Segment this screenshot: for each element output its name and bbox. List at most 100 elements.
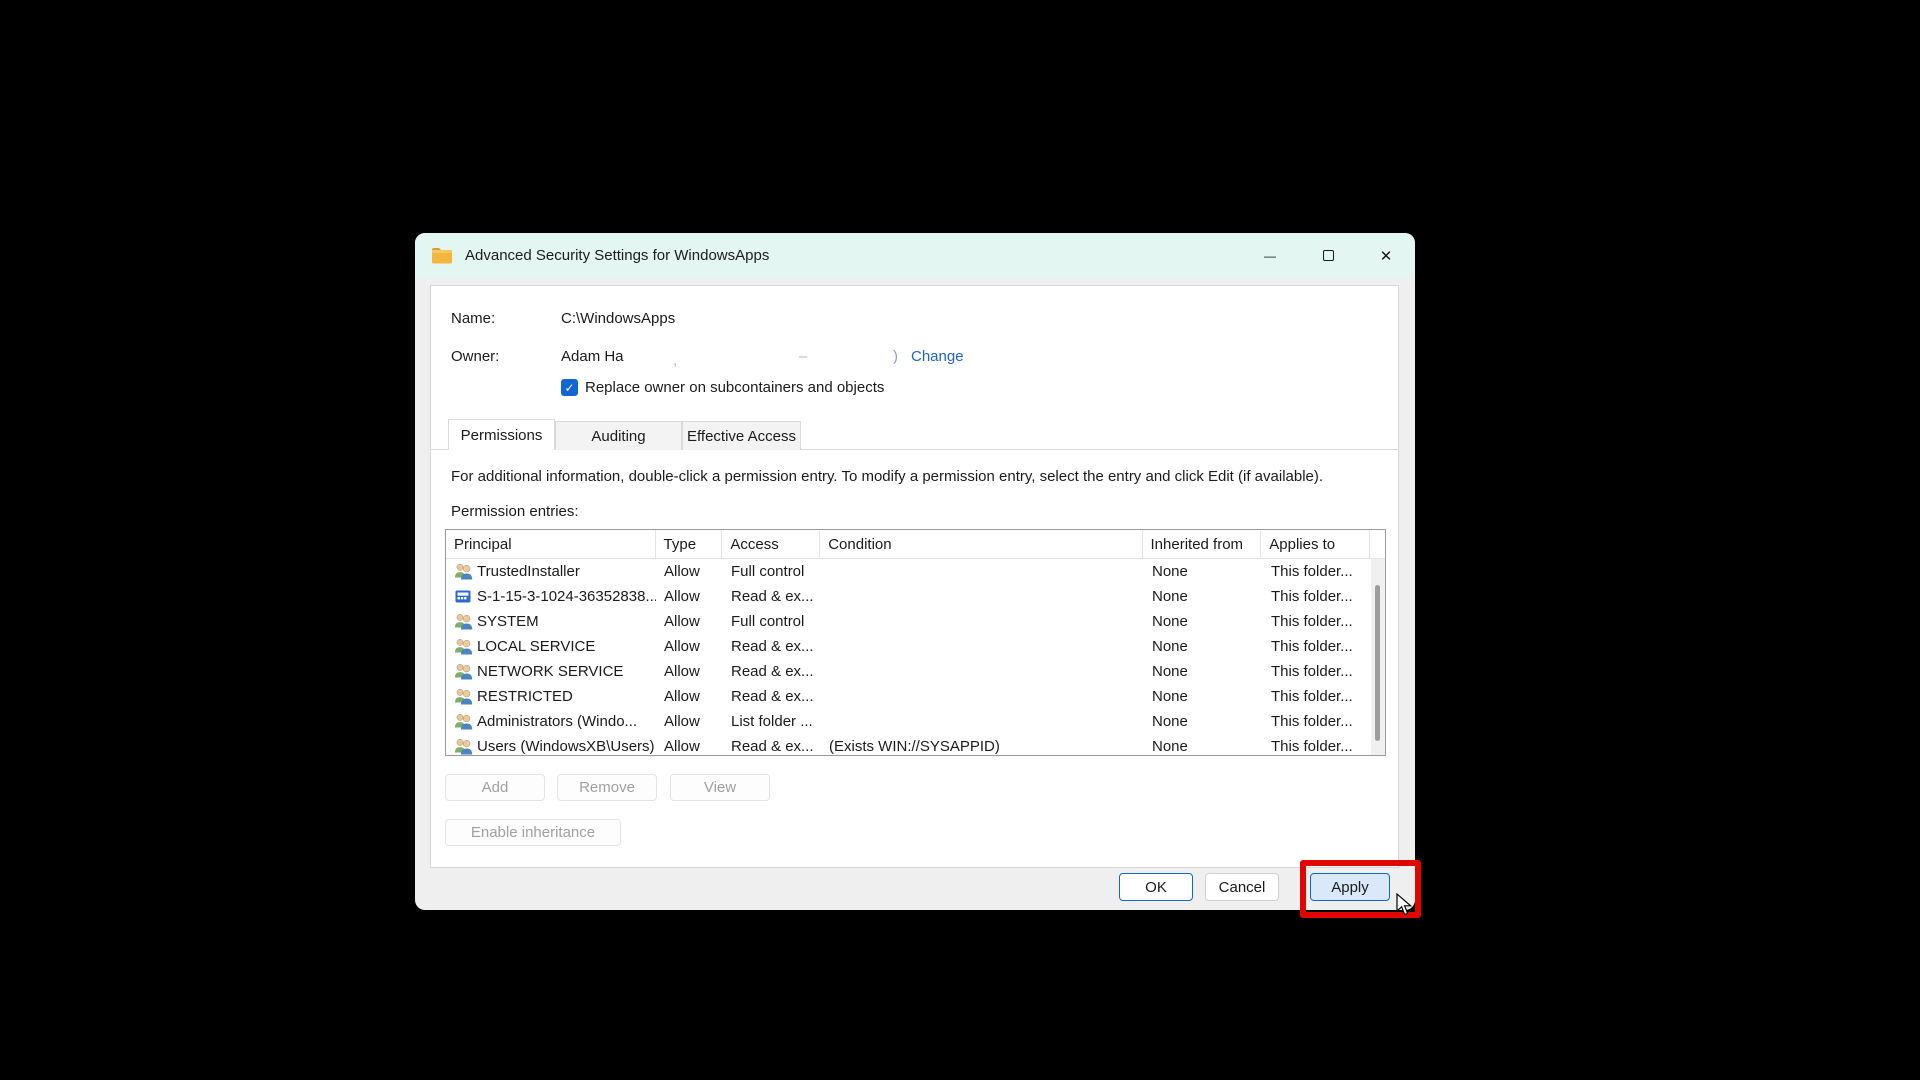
table-row[interactable]: TrustedInstaller Allow Full control None… [446, 559, 1385, 584]
cell-inherited-from: None [1152, 563, 1188, 580]
cell-condition: (Exists WIN://SYSAPPID) [829, 738, 1000, 755]
advanced-security-settings-dialog: Advanced Security Settings for WindowsAp… [415, 233, 1415, 910]
cell-type: Allow [664, 638, 700, 655]
cell-inherited-from: None [1152, 613, 1188, 630]
owner-redacted-mark: ) [893, 348, 898, 365]
cell-applies-to: This folder... [1271, 588, 1353, 605]
enable-inheritance-button[interactable]: Enable inheritance [445, 819, 621, 846]
column-header-inherited-from[interactable]: Inherited from [1143, 530, 1262, 558]
users-group-icon [454, 563, 473, 580]
app-sid-icon [454, 588, 473, 605]
cell-access: Read & ex... [731, 663, 814, 680]
desktop-background: Advanced Security Settings for WindowsAp… [0, 0, 1920, 1080]
table-row[interactable]: S-1-15-3-1024-36352838... Allow Read & e… [446, 584, 1385, 609]
users-group-icon [454, 738, 473, 755]
cell-principal: S-1-15-3-1024-36352838... [477, 588, 656, 605]
cell-inherited-from: None [1152, 638, 1188, 655]
table-row[interactable]: Users (WindowsXB\Users) Allow Read & ex.… [446, 734, 1385, 755]
users-group-icon [454, 613, 473, 630]
cell-condition [821, 634, 1144, 659]
cell-principal: LOCAL SERVICE [477, 638, 596, 655]
tab-effective-access[interactable]: Effective Access [682, 421, 801, 450]
list-header: Principal Type Access Condition Inherite… [446, 530, 1385, 559]
checkmark-icon: ✓ [564, 380, 575, 395]
cell-type: Allow [664, 663, 700, 680]
maximize-icon [1322, 250, 1334, 261]
name-label: Name: [451, 310, 496, 327]
apply-button[interactable]: Apply [1310, 873, 1390, 901]
cell-access: Read & ex... [731, 738, 814, 755]
cell-applies-to: This folder... [1271, 563, 1353, 580]
table-row[interactable]: SYSTEM Allow Full control None This fold… [446, 609, 1385, 634]
cell-access: Full control [731, 563, 805, 580]
column-header-filler [1370, 530, 1385, 558]
permission-entries-list: Principal Type Access Condition Inherite… [445, 529, 1386, 756]
table-row[interactable]: Administrators (Windo... Allow List fold… [446, 709, 1385, 734]
cell-access: List folder ... [731, 713, 813, 730]
vertical-scrollbar[interactable] [1371, 559, 1385, 755]
column-header-principal[interactable]: Principal [446, 530, 656, 558]
cell-inherited-from: None [1152, 663, 1188, 680]
column-header-type[interactable]: Type [656, 530, 723, 558]
cell-inherited-from: None [1152, 738, 1188, 755]
cell-inherited-from: None [1152, 688, 1188, 705]
cell-access: Read & ex... [731, 688, 814, 705]
table-row[interactable]: RESTRICTED Allow Read & ex... None This … [446, 684, 1385, 709]
info-text: For additional information, double-click… [451, 468, 1324, 485]
close-icon: ✕ [1379, 247, 1393, 265]
cell-type: Allow [664, 738, 700, 755]
replace-owner-checkbox-label: Replace owner on subcontainers and objec… [585, 379, 885, 396]
cell-applies-to: This folder... [1271, 663, 1353, 680]
tab-strip: Permissions Auditing Effective Access [431, 419, 1398, 450]
cell-principal: TrustedInstaller [477, 563, 580, 580]
table-row[interactable]: LOCAL SERVICE Allow Read & ex... None Th… [446, 634, 1385, 659]
content-panel: Name: C:\WindowsApps Owner: Adam Ha , – … [430, 285, 1399, 868]
window-title: Advanced Security Settings for WindowsAp… [465, 247, 770, 264]
add-button[interactable]: Add [445, 774, 545, 801]
column-header-applies-to[interactable]: Applies to [1261, 530, 1371, 558]
cell-condition [821, 709, 1144, 734]
name-value: C:\WindowsApps [561, 310, 676, 327]
cell-type: Allow [664, 713, 700, 730]
cell-principal: NETWORK SERVICE [477, 663, 624, 680]
column-header-access[interactable]: Access [722, 530, 821, 558]
cell-type: Allow [664, 588, 700, 605]
cell-applies-to: This folder... [1271, 713, 1353, 730]
cell-principal: SYSTEM [477, 613, 539, 630]
cell-access: Read & ex... [731, 638, 814, 655]
minimize-button[interactable]: — [1241, 233, 1299, 278]
cell-condition [821, 609, 1144, 634]
titlebar: Advanced Security Settings for WindowsAp… [415, 233, 1415, 278]
table-row[interactable]: NETWORK SERVICE Allow Read & ex... None … [446, 659, 1385, 684]
close-button[interactable]: ✕ [1357, 233, 1415, 278]
cell-type: Allow [664, 688, 700, 705]
scrollbar-thumb[interactable] [1375, 585, 1380, 741]
cell-access: Full control [731, 613, 805, 630]
tab-auditing[interactable]: Auditing [555, 421, 682, 450]
cell-principal: Administrators (Windo... [477, 713, 638, 730]
remove-button[interactable]: Remove [557, 774, 657, 801]
column-header-condition[interactable]: Condition [820, 530, 1143, 558]
cell-applies-to: This folder... [1271, 638, 1353, 655]
cancel-button[interactable]: Cancel [1205, 873, 1279, 901]
users-group-icon [454, 688, 473, 705]
maximize-button[interactable] [1299, 233, 1357, 278]
replace-owner-checkbox[interactable]: ✓ [561, 379, 578, 396]
cell-access: Read & ex... [731, 588, 814, 605]
cell-applies-to: This folder... [1271, 613, 1353, 630]
owner-label: Owner: [451, 348, 500, 365]
tab-permissions[interactable]: Permissions [448, 419, 555, 450]
permission-entries-label: Permission entries: [451, 503, 579, 520]
cell-type: Allow [664, 613, 700, 630]
cell-inherited-from: None [1152, 588, 1188, 605]
minimize-icon: — [1264, 248, 1276, 263]
ok-button[interactable]: OK [1119, 873, 1193, 901]
change-owner-link[interactable]: Change [911, 348, 964, 365]
users-group-icon [454, 713, 473, 730]
users-group-icon [454, 638, 473, 655]
users-group-icon [454, 663, 473, 680]
cell-type: Allow [664, 563, 700, 580]
owner-redacted-mark: , [673, 352, 678, 369]
owner-redacted-mark: – [799, 348, 808, 365]
view-button[interactable]: View [670, 774, 770, 801]
